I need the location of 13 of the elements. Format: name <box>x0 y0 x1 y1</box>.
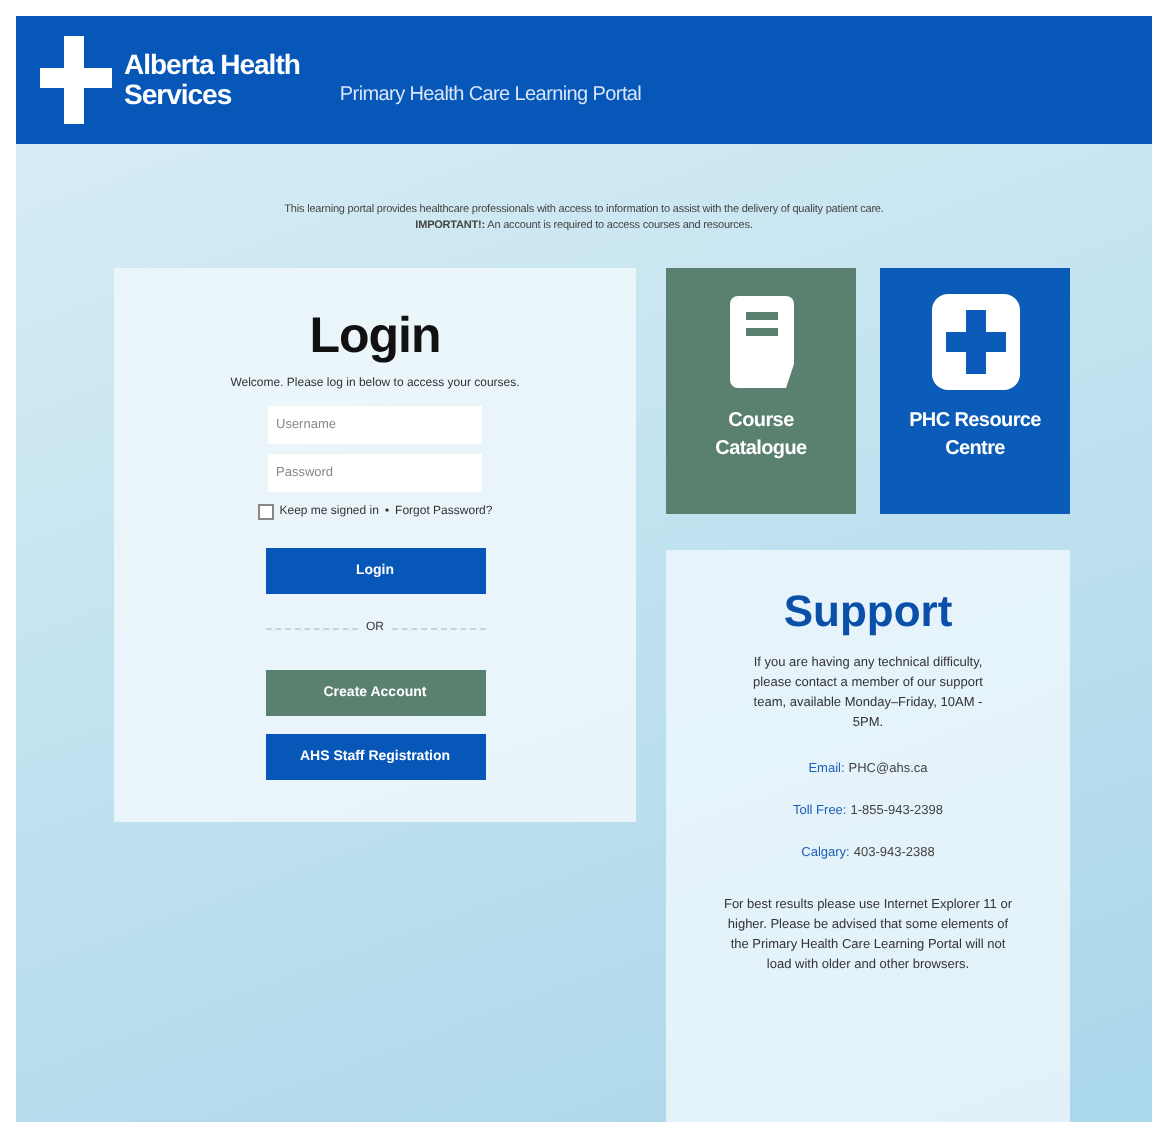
tile-label: PHC Resource Centre <box>907 408 1043 464</box>
support-title: Support <box>783 586 953 638</box>
nav-tile[interactable]: PHC Resource Centre <box>880 268 1070 514</box>
brand-name: Alberta Health <box>124 50 300 80</box>
login-title: Login <box>309 308 441 366</box>
plus-icon <box>929 292 1021 392</box>
portal-title: Primary Health Care Learning Portal <box>339 83 642 105</box>
nav-tile[interactable]: Course Catalogue <box>666 268 856 514</box>
book-icon <box>725 292 797 392</box>
brand-name: Services <box>124 80 234 110</box>
remember-checkbox[interactable] <box>257 504 274 520</box>
tile-label: Course Catalogue <box>713 408 809 464</box>
logo-icon <box>40 36 112 124</box>
